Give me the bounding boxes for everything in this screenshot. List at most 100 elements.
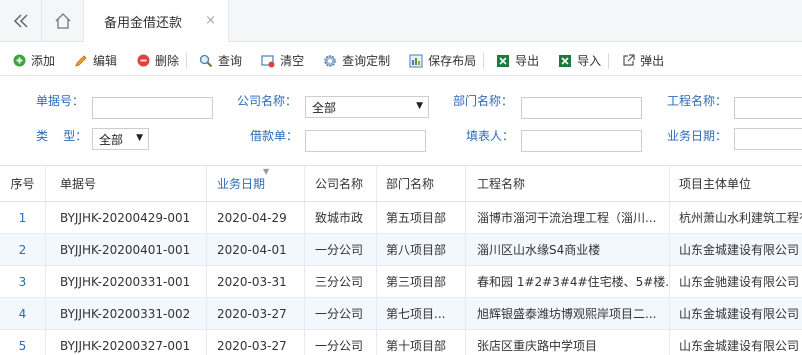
edit-label: 编辑	[93, 54, 118, 68]
column-header[interactable]: 部门名称	[377, 166, 466, 201]
search-label: 查询	[218, 54, 243, 68]
tab-bar: 备用金借还款 ×	[0, 0, 802, 42]
close-icon[interactable]: ×	[205, 13, 216, 28]
column-header[interactable]: 单据号	[46, 166, 207, 201]
project-cell: 春和园 1#2#3#4#住宅楼、5#楼...	[466, 266, 670, 297]
company-cell: 三分公司	[305, 266, 377, 297]
date-label: 业务日期：	[667, 129, 728, 143]
toolbar: 添加 编辑 删除 查询 清空 查询定制 保存布局 导出 导入 弹出	[0, 46, 802, 76]
column-header[interactable]: 项目主体单位	[670, 166, 802, 201]
table-row[interactable]: 5 BYJJHK-20200327-001 2020-03-27 一分公司 第十…	[0, 330, 802, 355]
doc-no-label: 单据号：	[36, 94, 85, 108]
date-cell: 2020-04-29	[207, 202, 305, 233]
table-row[interactable]: 4 BYJJHK-20200331-002 2020-03-27 一分公司 第七…	[0, 298, 802, 330]
popout-label: 弹出	[640, 54, 665, 68]
export-label: 导出	[515, 54, 540, 68]
doc-no-cell: BYJJHK-20200429-001	[46, 202, 207, 233]
project-input[interactable]	[734, 97, 802, 119]
row-number: 2	[0, 234, 46, 265]
unit-cell: 山东金城建设有限公司	[679, 243, 800, 257]
doc-no-cell: BYJJHK-20200401-001	[46, 234, 207, 265]
table-row[interactable]: 1 BYJJHK-20200429-001 2020-04-29 致城市政 第五…	[0, 202, 802, 234]
excel-import-icon	[558, 54, 572, 68]
dept-cell: 第五项目部	[377, 202, 466, 233]
doc-no-input[interactable]	[92, 97, 213, 119]
company-cell: 一分公司	[305, 330, 377, 355]
sort-indicator-icon: ▼	[263, 167, 270, 176]
table-row[interactable]: 3 BYJJHK-20200331-001 2020-03-31 三分公司 第三…	[0, 266, 802, 298]
project-cell: 旭辉银盛泰潍坊博观熙岸项目二...	[466, 298, 670, 329]
save-layout-icon	[409, 54, 423, 68]
double-chevron-left-icon[interactable]	[0, 0, 42, 42]
edit-icon	[74, 54, 88, 68]
excel-export-icon	[496, 54, 510, 68]
type-label: 类 型：	[36, 129, 88, 143]
import-button[interactable]: 导入	[546, 46, 608, 76]
dropdown-arrow-icon: ▼	[136, 133, 143, 143]
date-input[interactable]	[734, 128, 802, 150]
project-cell: 淄川区山水缘S4商业楼	[466, 234, 670, 265]
popout-button[interactable]: 弹出	[609, 46, 671, 76]
filler-label: 填表人：	[466, 129, 515, 143]
column-header-label: 业务日期	[217, 177, 266, 191]
edit-button[interactable]: 编辑	[62, 46, 124, 76]
unit-cell: 杭州萧山水利建筑工程有	[679, 211, 802, 225]
company-select[interactable]: 全部 ▼	[305, 96, 429, 118]
delete-label: 删除	[155, 54, 180, 68]
loan-label: 借款单：	[250, 129, 299, 143]
dept-cell: 第十项目部	[377, 330, 466, 355]
type-select-value: 全部	[99, 132, 124, 147]
company-select-value: 全部	[312, 100, 337, 115]
filler-input[interactable]	[521, 130, 642, 152]
table-row[interactable]: 2 BYJJHK-20200401-001 2020-04-01 一分公司 第八…	[0, 234, 802, 266]
clear-label: 清空	[280, 54, 305, 68]
tab-active[interactable]: 备用金借还款 ×	[84, 0, 229, 42]
dept-label: 部门名称：	[453, 94, 514, 108]
save-layout-label: 保存布局	[428, 54, 477, 68]
project-cell: 张店区重庆路中学项目	[466, 330, 670, 355]
export-button[interactable]: 导出	[484, 46, 546, 76]
import-label: 导入	[577, 54, 602, 68]
save-layout-button[interactable]: 保存布局	[397, 46, 483, 76]
company-cell: 一分公司	[305, 234, 377, 265]
delete-button[interactable]: 删除	[124, 46, 186, 76]
dept-cell: 第三项目部	[377, 266, 466, 297]
home-icon[interactable]	[42, 0, 84, 42]
company-cell: 一分公司	[305, 298, 377, 329]
unit-cell: 山东金城建设有限公司	[679, 339, 800, 353]
column-header-sorted[interactable]: ▼ 业务日期	[207, 166, 305, 201]
dept-cell: 第八项目部	[377, 234, 466, 265]
clear-icon	[261, 54, 275, 68]
row-number: 1	[0, 202, 46, 233]
row-number: 3	[0, 266, 46, 297]
delete-icon	[136, 54, 150, 68]
dept-cell: 第七项目...	[377, 298, 466, 329]
date-cell: 2020-03-31	[207, 266, 305, 297]
search-icon	[199, 54, 213, 68]
add-label: 添加	[31, 54, 56, 68]
custom-query-button[interactable]: 查询定制	[311, 46, 397, 76]
column-header[interactable]: 工程名称	[466, 166, 670, 201]
doc-no-cell: BYJJHK-20200331-002	[46, 298, 207, 329]
doc-no-cell: BYJJHK-20200327-001	[46, 330, 207, 355]
column-header[interactable]: 序号	[0, 166, 46, 201]
row-number: 4	[0, 298, 46, 329]
search-button[interactable]: 查询	[187, 46, 249, 76]
add-icon	[12, 54, 26, 68]
date-cell: 2020-04-01	[207, 234, 305, 265]
loan-input[interactable]	[305, 130, 426, 152]
grid-header: 序号 单据号 ▼ 业务日期 公司名称 部门名称 工程名称 项目主体单位	[0, 166, 802, 202]
date-cell: 2020-03-27	[207, 298, 305, 329]
dept-input[interactable]	[521, 97, 642, 119]
add-button[interactable]: 添加	[0, 46, 62, 76]
clear-button[interactable]: 清空	[249, 46, 311, 76]
project-label: 工程名称：	[667, 94, 728, 108]
company-cell: 致城市政	[305, 202, 377, 233]
date-cell: 2020-03-27	[207, 330, 305, 355]
popout-icon	[621, 54, 635, 68]
unit-cell: 山东金城建设有限公司	[679, 307, 800, 321]
type-select[interactable]: 全部 ▼	[92, 128, 149, 150]
column-header[interactable]: 公司名称	[305, 166, 377, 201]
project-cell: 淄博市淄河干流治理工程（淄川...	[466, 202, 670, 233]
data-grid: 序号 单据号 ▼ 业务日期 公司名称 部门名称 工程名称 项目主体单位 1 BY…	[0, 165, 802, 355]
